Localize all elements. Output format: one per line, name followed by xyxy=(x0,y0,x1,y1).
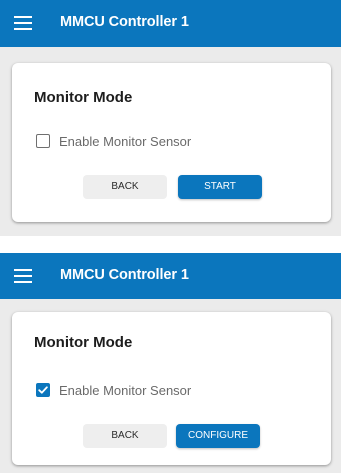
start-button[interactable]: START xyxy=(178,175,262,199)
checkmark-icon xyxy=(38,386,48,394)
app-title: MMCU Controller 1 xyxy=(60,14,189,30)
monitor-mode-card: Monitor Mode Enable Monitor Sensor BACK … xyxy=(12,312,331,465)
checkbox-label[interactable]: Enable Monitor Sensor xyxy=(59,383,191,398)
app-bar: MMCU Controller 1 xyxy=(0,253,341,299)
enable-monitor-sensor-row[interactable]: Enable Monitor Sensor xyxy=(36,381,191,399)
back-button[interactable]: BACK xyxy=(83,175,167,199)
monitor-mode-card: Monitor Mode Enable Monitor Sensor BACK … xyxy=(12,63,331,222)
hamburger-menu-icon[interactable] xyxy=(14,269,32,283)
hamburger-menu-icon[interactable] xyxy=(14,16,32,30)
checkbox-label[interactable]: Enable Monitor Sensor xyxy=(59,134,191,149)
back-button[interactable]: BACK xyxy=(83,424,167,448)
app-title: MMCU Controller 1 xyxy=(60,267,189,283)
enable-monitor-sensor-row[interactable]: Enable Monitor Sensor xyxy=(36,132,191,150)
app-bar: MMCU Controller 1 xyxy=(0,0,341,47)
enable-monitor-sensor-checkbox[interactable] xyxy=(36,383,50,397)
configure-button[interactable]: CONFIGURE xyxy=(176,424,260,448)
card-title: Monitor Mode xyxy=(34,334,133,351)
enable-monitor-sensor-checkbox[interactable] xyxy=(36,134,50,148)
screen-checked: MMCU Controller 1 Monitor Mode Enable Mo… xyxy=(0,253,341,473)
screen-unchecked: MMCU Controller 1 Monitor Mode Enable Mo… xyxy=(0,0,341,236)
card-title: Monitor Mode xyxy=(34,89,133,106)
